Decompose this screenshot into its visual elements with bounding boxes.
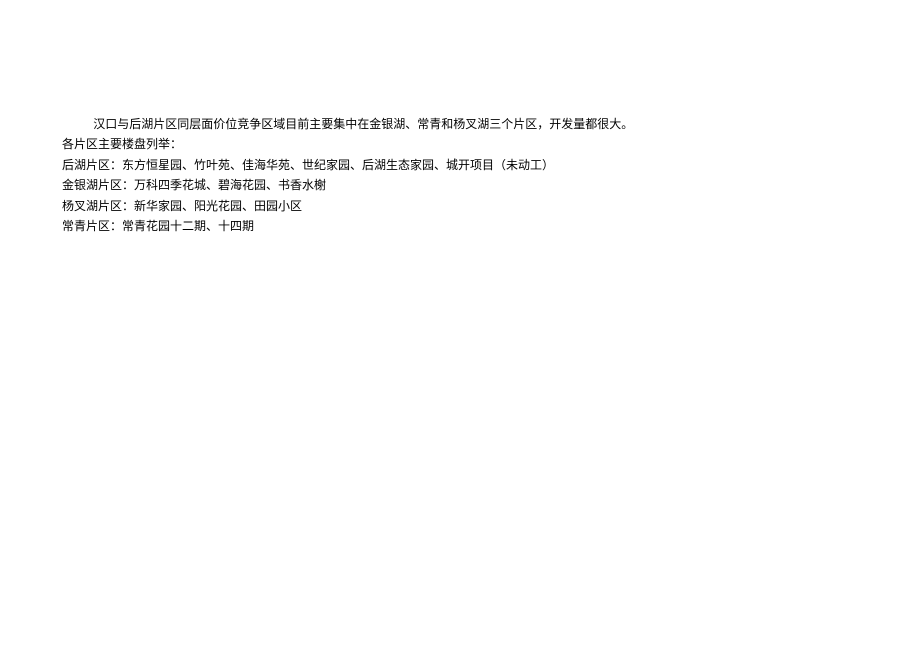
paragraph-intro: 汉口与后湖片区同层面价位竞争区域目前主要集中在金银湖、常青和杨叉湖三个片区，开发… — [62, 114, 858, 134]
paragraph-yangchahu: 杨叉湖片区：新华家园、阳光花园、田园小区 — [62, 196, 858, 216]
paragraph-changqing: 常青片区：常青花园十二期、十四期 — [62, 216, 858, 236]
document-content: 汉口与后湖片区同层面价位竞争区域目前主要集中在金银湖、常青和杨叉湖三个片区，开发… — [0, 0, 920, 236]
paragraph-houhu: 后湖片区：东方恒星园、竹叶苑、佳海华苑、世纪家园、后湖生态家园、城开项目（未动工… — [62, 155, 858, 175]
paragraph-list-header: 各片区主要楼盘列举： — [62, 134, 858, 154]
paragraphs-jinyinhu: 金银湖片区：万科四季花城、碧海花园、书香水榭 — [62, 175, 858, 195]
